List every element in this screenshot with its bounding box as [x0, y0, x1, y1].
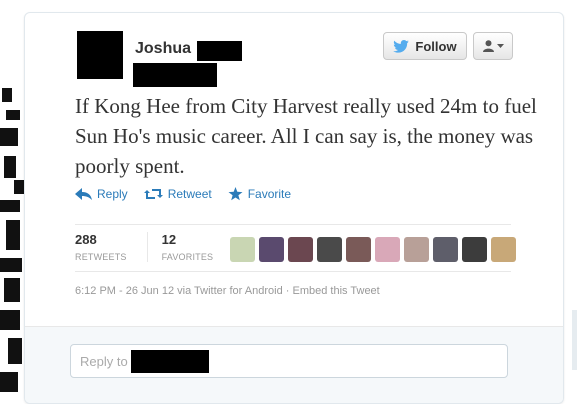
embedded-tweet-card: Joshua Follow If Kong Hee from City Harv… [24, 12, 564, 404]
retweet-action[interactable]: Retweet [143, 187, 212, 201]
retweet-icon [143, 189, 163, 199]
user-name[interactable]: Joshua [135, 40, 191, 58]
favoriter-avatar[interactable] [462, 237, 487, 262]
reply-input[interactable]: Reply to [70, 344, 508, 378]
favoriter-avatar[interactable] [230, 237, 255, 262]
favoriter-avatar[interactable] [433, 237, 458, 262]
caret-down-icon [496, 44, 504, 48]
tweet-source[interactable]: via Twitter for Android [177, 285, 283, 297]
reply-action[interactable]: Reply [75, 187, 128, 201]
favoriter-avatar[interactable] [491, 237, 516, 262]
favoriter-avatar[interactable] [317, 237, 342, 262]
favorites-stat[interactable]: 12 FAVORITES [146, 232, 234, 262]
favorite-label: Favorite [247, 187, 292, 201]
person-icon [482, 40, 494, 52]
favoriter-avatars [230, 237, 516, 262]
tweet-metadata: 6:12 PM - 26 Jun 12 via Twitter for Andr… [75, 285, 380, 297]
tweet-text: If Kong Hee from City Harvest really use… [75, 94, 537, 178]
user-handle-redacted[interactable] [133, 63, 217, 87]
stats-top-divider [75, 224, 511, 225]
avatar-redacted[interactable] [77, 31, 123, 79]
tweet-timestamp[interactable]: 6:12 PM - 26 Jun 12 [75, 285, 174, 297]
meta-separator: · [285, 285, 290, 297]
embed-tweet-link[interactable]: Embed this Tweet [293, 285, 380, 297]
favoriter-avatar[interactable] [259, 237, 284, 262]
follow-button[interactable]: Follow [383, 32, 467, 60]
retweets-label: RETWEETS [75, 252, 127, 262]
favorites-count: 12 [161, 232, 177, 247]
favoriter-avatar[interactable] [375, 237, 400, 262]
stats-bottom-divider [75, 271, 511, 272]
reply-handle-redacted [131, 350, 209, 373]
favoriter-avatar[interactable] [346, 237, 371, 262]
twitter-bird-icon [393, 39, 410, 53]
retweet-label: Retweet [167, 187, 212, 201]
favoriter-avatar[interactable] [288, 237, 313, 262]
reply-arrow-icon [75, 188, 92, 200]
favoriter-avatar[interactable] [404, 237, 429, 262]
reply-label: Reply [97, 187, 128, 201]
reply-area: Reply to [25, 326, 563, 403]
user-name-redacted [197, 41, 242, 61]
retweets-stat[interactable]: 288 RETWEETS [75, 232, 147, 262]
follow-button-label: Follow [415, 38, 457, 54]
page-edge-element [572, 310, 577, 370]
tweet-actions: Reply Retweet Favorite [75, 187, 291, 201]
reply-placeholder: Reply to [80, 354, 128, 369]
star-icon [228, 187, 243, 201]
favorites-label: FAVORITES [161, 252, 214, 262]
tweet-stats: 288 RETWEETS 12 FAVORITES [75, 232, 233, 262]
retweets-count: 288 [75, 232, 97, 247]
user-actions-dropdown-button[interactable] [473, 32, 513, 60]
favorite-action[interactable]: Favorite [228, 187, 291, 201]
